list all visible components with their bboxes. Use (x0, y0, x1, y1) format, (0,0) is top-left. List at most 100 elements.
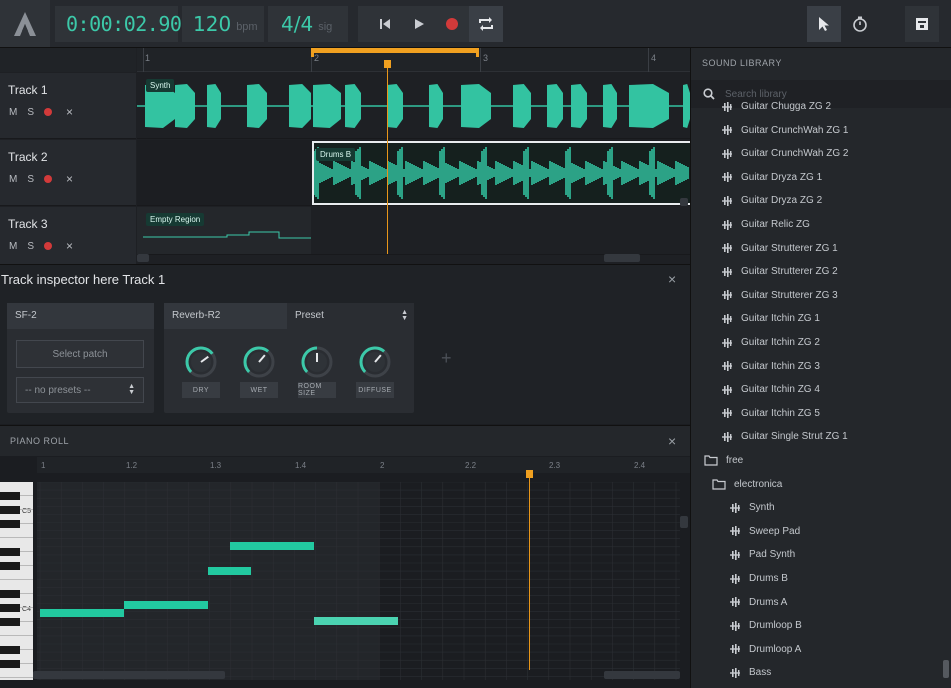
mute-button[interactable]: M (9, 107, 17, 118)
record-arm-button[interactable] (44, 242, 53, 250)
record-arm-button[interactable] (44, 108, 53, 116)
library-sample[interactable]: Drumloop B (729, 614, 802, 637)
library-sample[interactable]: Guitar Itchin ZG 3 (721, 355, 820, 378)
skip-back-button[interactable] (368, 6, 402, 42)
record-arm-button[interactable] (44, 175, 53, 183)
solo-button[interactable]: S (27, 174, 34, 185)
knob-diffuse[interactable]: DIFFUSE (356, 344, 396, 398)
knob-room-size[interactable]: ROOM SIZE (298, 344, 338, 398)
delete-track-button[interactable]: × (66, 105, 73, 119)
region-label[interactable]: Synth (146, 79, 175, 92)
piano-roll-ruler[interactable]: 1 1.2 1.3 1.4 2 2.2 2.3 2.4 (37, 457, 690, 473)
playhead-handle[interactable] (384, 60, 391, 68)
note[interactable] (230, 542, 314, 550)
presets-select[interactable]: -- no presets -- ▲ ▼ (16, 377, 144, 403)
black-key[interactable] (0, 618, 20, 626)
note[interactable] (124, 601, 208, 609)
sample-icon (721, 195, 733, 206)
black-key[interactable] (0, 562, 20, 570)
loop-region-marker[interactable] (311, 48, 479, 57)
time-signature-display[interactable]: 4/4 sig (268, 6, 348, 42)
add-effect-button[interactable]: + (441, 348, 452, 369)
library-sample[interactable]: Guitar Dryza ZG 2 (721, 189, 822, 212)
library-sample[interactable]: Pad Synth (729, 543, 795, 566)
playhead[interactable] (387, 60, 388, 254)
library-sample[interactable]: Guitar Dryza ZG 1 (721, 166, 822, 189)
vertical-scroll-thumb[interactable] (680, 198, 688, 206)
record-button[interactable] (436, 6, 470, 42)
library-sample[interactable]: Drums A (729, 591, 787, 614)
delete-track-button[interactable]: × (66, 239, 73, 253)
track-lane-3[interactable]: Empty Region (137, 207, 690, 255)
piano-roll-playhead[interactable] (529, 472, 530, 670)
library-item-label: Guitar Strutterer ZG 2 (741, 266, 838, 278)
piano-keyboard[interactable]: C5 C4 (0, 482, 33, 680)
library-sample[interactable]: Guitar Itchin ZG 5 (721, 402, 820, 425)
note-grid[interactable] (37, 482, 680, 680)
piano-roll-hscroll[interactable] (33, 671, 225, 679)
note-selected[interactable] (314, 617, 398, 625)
library-sample[interactable]: Guitar CrunchWah ZG 1 (721, 119, 848, 142)
track-lane-2[interactable]: Drums B (137, 140, 690, 206)
black-key[interactable] (0, 590, 20, 598)
library-sample[interactable]: Guitar Single Strut ZG 1 (721, 425, 848, 448)
piano-roll-vscroll[interactable] (680, 516, 688, 528)
archive-icon (916, 18, 928, 30)
play-button[interactable] (402, 6, 436, 42)
horizontal-scroll-thumb[interactable] (604, 254, 640, 262)
track-header-1[interactable]: Track 1 M S × (0, 73, 136, 139)
close-inspector-button[interactable]: × (668, 271, 676, 287)
pointer-tool-button[interactable] (807, 6, 841, 42)
skip-back-icon (379, 19, 390, 29)
library-sample[interactable]: Synth (729, 496, 775, 519)
knob-wet[interactable]: WET (240, 344, 280, 398)
library-sample[interactable]: Guitar CrunchWah ZG 2 (721, 142, 848, 165)
library-sample[interactable]: Guitar Itchin ZG 1 (721, 307, 820, 330)
mute-button[interactable]: M (9, 241, 17, 252)
track-header-2[interactable]: Track 2 M S × (0, 140, 136, 206)
knob-dry[interactable]: DRY (182, 344, 222, 398)
drums-region[interactable]: Drums B (312, 141, 690, 205)
black-key[interactable] (0, 520, 20, 528)
tempo-display[interactable]: 120 bpm (182, 6, 264, 42)
library-folder[interactable]: free (704, 449, 743, 472)
solo-button[interactable]: S (27, 107, 34, 118)
library-sample[interactable]: Drums B (729, 567, 788, 590)
horizontal-scrollbar[interactable] (137, 254, 149, 262)
black-key[interactable] (0, 646, 20, 654)
solo-button[interactable]: S (27, 241, 34, 252)
library-panel-button[interactable] (905, 6, 939, 42)
library-folder[interactable]: electronica (712, 473, 782, 496)
playhead-handle[interactable] (526, 470, 533, 478)
black-key[interactable] (0, 506, 20, 514)
loop-button[interactable] (469, 6, 503, 42)
track-lane-1[interactable]: Synth (137, 73, 690, 139)
black-key[interactable] (0, 548, 20, 556)
library-sample[interactable]: Guitar Relic ZG (721, 213, 810, 236)
black-key[interactable] (0, 660, 20, 668)
library-sample[interactable]: Guitar Chugga ZG 2 (721, 95, 831, 118)
empty-region[interactable]: Empty Region (137, 207, 311, 254)
close-piano-roll-button[interactable]: × (668, 433, 676, 449)
library-sample[interactable]: Sweep Pad (729, 520, 800, 543)
library-sample[interactable]: Guitar Strutterer ZG 2 (721, 260, 838, 283)
select-patch-button[interactable]: Select patch (16, 340, 144, 368)
note[interactable] (40, 609, 124, 617)
library-sample[interactable]: Bass (729, 661, 771, 684)
library-sample[interactable]: Guitar Strutterer ZG 1 (721, 237, 838, 260)
library-sample[interactable]: Guitar Itchin ZG 2 (721, 331, 820, 354)
library-sample[interactable]: Guitar Strutterer ZG 3 (721, 284, 838, 307)
black-key[interactable] (0, 492, 20, 500)
library-sample[interactable]: Guitar Itchin ZG 4 (721, 378, 820, 401)
library-item-label: Guitar Itchin ZG 4 (741, 384, 820, 396)
white-key[interactable] (0, 678, 33, 680)
effect-preset-select[interactable]: Preset ▲ ▼ (287, 303, 414, 329)
black-key[interactable] (0, 604, 20, 612)
metronome-timer-button[interactable] (843, 6, 877, 42)
library-scrollbar[interactable] (943, 660, 949, 678)
note[interactable] (208, 567, 251, 575)
library-sample[interactable]: Drumloop A (729, 638, 801, 661)
mute-button[interactable]: M (9, 174, 17, 185)
piano-roll-hscroll-thumb[interactable] (604, 671, 680, 679)
delete-track-button[interactable]: × (66, 172, 73, 186)
